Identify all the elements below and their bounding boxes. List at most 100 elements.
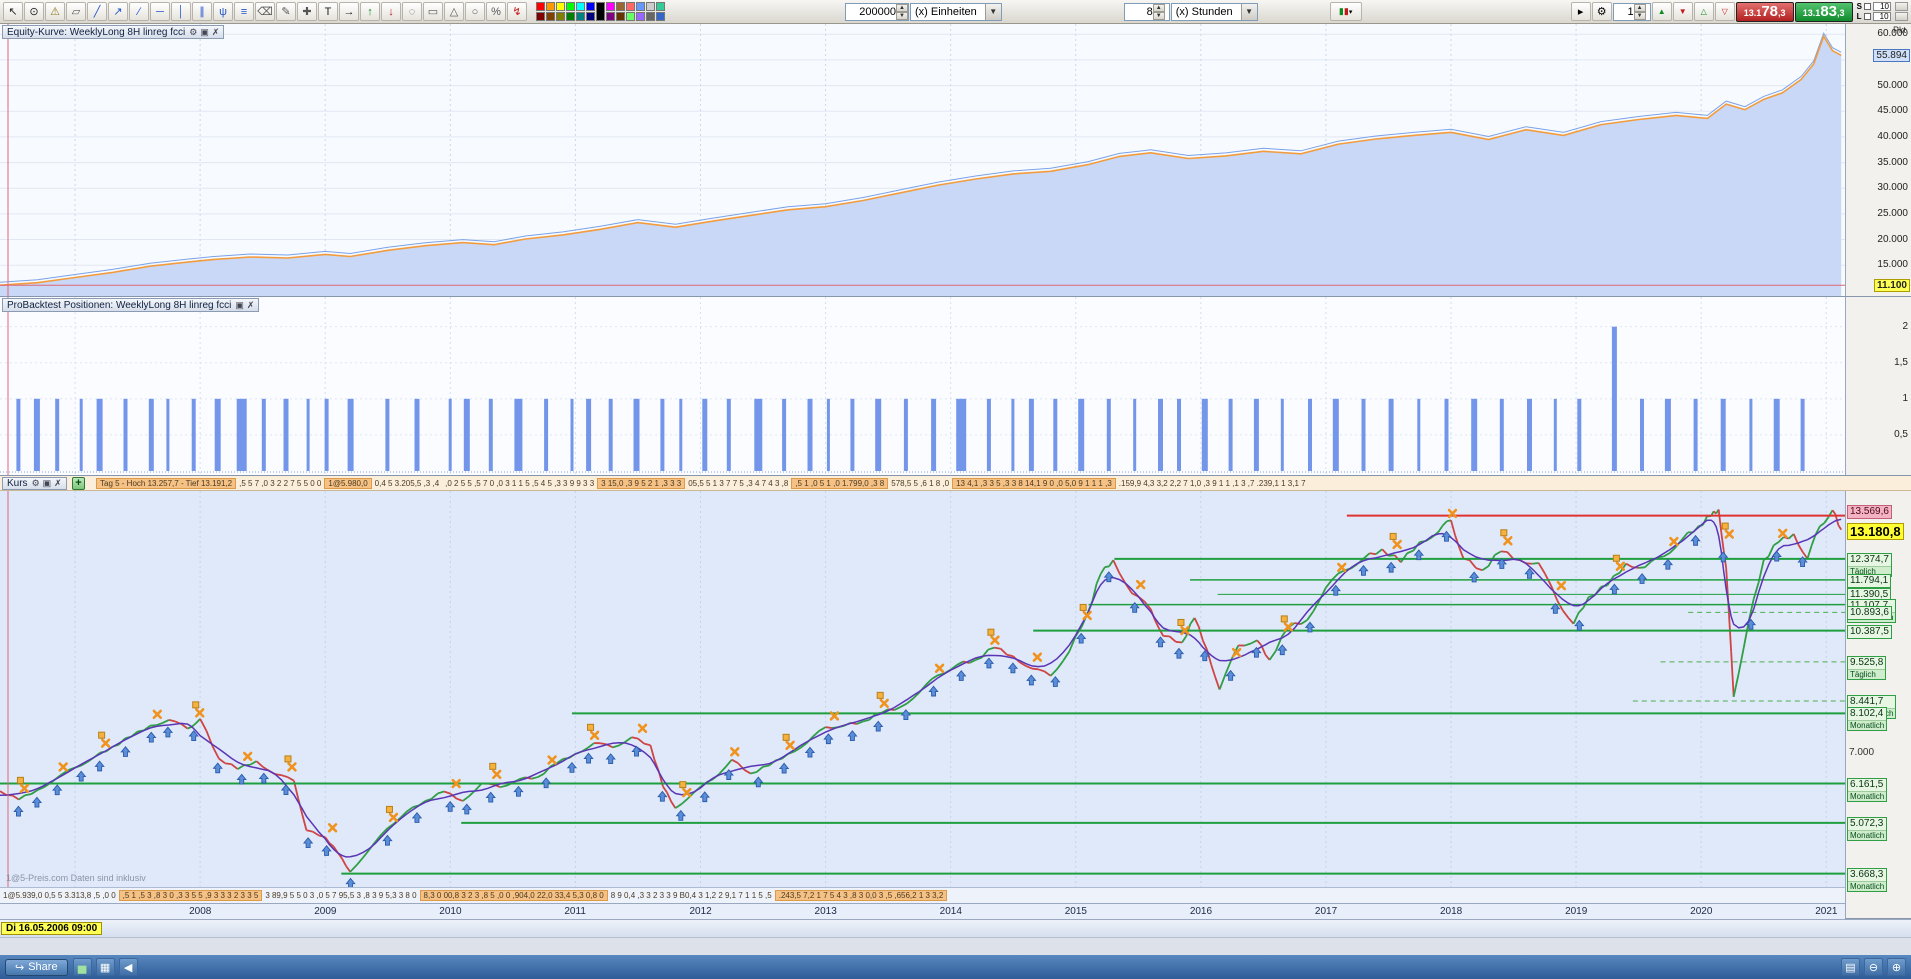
timeframe-unit-select[interactable]: (x) Stunden ▼: [1170, 2, 1258, 21]
quantity-input[interactable]: [846, 5, 896, 18]
wrench-icon[interactable]: ⚙: [189, 27, 197, 38]
fibonacci-tool[interactable]: ≡: [234, 2, 254, 21]
color-swatch[interactable]: [606, 12, 615, 21]
kurs-price-axis[interactable]: 13.569,6 13.180,8 12.374,7 Täglich 11.794,1 1…: [1845, 491, 1911, 918]
positions-axis[interactable]: 2 1,5 1 0,5: [1845, 297, 1911, 475]
quantity-spinner[interactable]: ▲ ▼: [896, 3, 908, 20]
play-button[interactable]: ▸: [1570, 2, 1591, 21]
color-swatch[interactable]: [646, 2, 655, 11]
color-swatch[interactable]: [616, 2, 625, 11]
trendline-tool[interactable]: ╱: [87, 2, 107, 21]
stop-value-input[interactable]: [1873, 2, 1891, 11]
segment-tool[interactable]: ∕: [129, 2, 149, 21]
scroll-left-icon[interactable]: ◀: [118, 958, 138, 976]
arrow-up-tool[interactable]: ↑: [360, 2, 380, 21]
positions-panel-tab[interactable]: ProBacktest Positionen: WeeklyLong 8H li…: [2, 298, 260, 312]
color-swatch[interactable]: [546, 2, 555, 11]
vertical-line-tool[interactable]: │: [171, 2, 191, 21]
close-icon[interactable]: ✗: [247, 300, 255, 311]
color-swatch[interactable]: [646, 12, 655, 21]
grid-icon[interactable]: ▦: [95, 958, 115, 976]
triangle-tool[interactable]: △: [444, 2, 464, 21]
sell-button[interactable]: 13.1 78,3: [1735, 1, 1794, 22]
color-swatch[interactable]: [566, 12, 575, 21]
color-swatch[interactable]: [626, 12, 635, 21]
pointer-tool[interactable]: ↖: [3, 2, 23, 21]
sell-market-button[interactable]: ▼: [1672, 2, 1693, 21]
color-swatch[interactable]: [596, 2, 605, 21]
text-tool[interactable]: T: [318, 2, 338, 21]
color-swatch[interactable]: [656, 12, 665, 21]
add-indicator-button[interactable]: +: [72, 477, 85, 490]
color-swatch[interactable]: [576, 12, 585, 21]
trash-tool[interactable]: ⌫: [255, 2, 275, 21]
window-icon[interactable]: ▣: [200, 27, 209, 38]
time-axis[interactable]: 2008 2009 2010 2011 2012 2013 2014 2015 2016 2017…: [0, 903, 1845, 919]
parallel-channel-tool[interactable]: ∥: [192, 2, 212, 21]
buy-order-button[interactable]: △: [1693, 2, 1714, 21]
order-settings-button[interactable]: ⚙: [1591, 2, 1612, 21]
color-swatch[interactable]: [606, 2, 615, 11]
color-swatch[interactable]: [536, 12, 545, 21]
limit-value-input[interactable]: [1872, 12, 1891, 21]
close-icon[interactable]: ✗: [54, 478, 62, 489]
order-quantity-input[interactable]: [1613, 5, 1634, 18]
color-swatch[interactable]: [656, 2, 665, 11]
zoom-in-icon[interactable]: ⊕: [1887, 958, 1906, 976]
kurs-chart[interactable]: 1@5-Preis.com Daten sind inklusiv: [0, 491, 1845, 887]
timeframe-input[interactable]: [1124, 5, 1153, 18]
buy-arrow-marker: [1050, 676, 1061, 687]
crosshair-tool[interactable]: ✚: [297, 2, 317, 21]
timeframe-spinner[interactable]: ▲ ▼: [1152, 3, 1165, 20]
stop-checkbox[interactable]: [1864, 3, 1871, 10]
color-swatch[interactable]: [536, 2, 545, 11]
alarm-tool[interactable]: ⚠: [45, 2, 65, 21]
quantity-unit-select[interactable]: (x) Einheiten ▼: [910, 2, 1002, 21]
close-icon[interactable]: ✗: [212, 27, 220, 38]
panel-icon[interactable]: ▤: [1841, 958, 1860, 976]
zigzag-tool[interactable]: ↯: [507, 2, 527, 21]
arrow-down-tool[interactable]: ↓: [381, 2, 401, 21]
color-swatch[interactable]: [626, 2, 635, 11]
positions-chart[interactable]: [0, 297, 1845, 475]
color-swatch[interactable]: [586, 2, 595, 11]
equity-chart[interactable]: [0, 24, 1845, 296]
percent-tool[interactable]: %: [486, 2, 506, 21]
rectangle-tool[interactable]: ▭: [423, 2, 443, 21]
eraser-tool[interactable]: ▱: [66, 2, 86, 21]
buy-market-button[interactable]: ▲: [1651, 2, 1672, 21]
color-swatch[interactable]: [556, 12, 565, 21]
arrow-right-tool[interactable]: →: [339, 2, 359, 21]
limit-checkbox[interactable]: [1863, 13, 1871, 20]
color-swatch[interactable]: [586, 12, 595, 21]
color-swatch[interactable]: [546, 12, 555, 21]
equity-price-axis[interactable]: Pkt 60.000 55.894 50.000 45.000 40.000 35.000…: [1845, 24, 1911, 296]
share-button[interactable]: ↪ Share: [5, 958, 68, 976]
color-swatch[interactable]: [566, 2, 575, 11]
color-swatch[interactable]: [576, 2, 585, 11]
equity-panel-tab[interactable]: Equity-Kurve: WeeklyLong 8H linreg fcci …: [2, 25, 225, 39]
window-icon[interactable]: ▣: [43, 478, 52, 489]
lasso-tool[interactable]: ◌: [402, 2, 422, 21]
paint-tool[interactable]: ✎: [276, 2, 296, 21]
horizontal-line-tool[interactable]: ─: [150, 2, 170, 21]
toolbar-mini-button-2[interactable]: [1895, 12, 1908, 21]
wrench-icon[interactable]: ⚙: [32, 478, 40, 489]
window-icon[interactable]: ▣: [235, 300, 244, 311]
color-swatch[interactable]: [616, 12, 625, 21]
buy-button[interactable]: 13.1 83,3: [1794, 1, 1853, 22]
toolbar-mini-button-1[interactable]: [1895, 2, 1908, 11]
color-swatch[interactable]: [556, 2, 565, 11]
order-quantity-spinner[interactable]: ▲ ▼: [1633, 3, 1646, 20]
zoom-out-icon[interactable]: ⊖: [1864, 958, 1883, 976]
semiline-tool[interactable]: ↗: [108, 2, 128, 21]
ellipse-tool[interactable]: ○: [465, 2, 485, 21]
chart-mini-icon[interactable]: ▅: [72, 958, 92, 976]
chart-style-button[interactable]: ▮ ▮ ▾: [1329, 2, 1362, 21]
pitchfork-tool[interactable]: ψ: [213, 2, 233, 21]
color-swatch[interactable]: [636, 2, 645, 11]
color-swatch[interactable]: [636, 12, 645, 21]
sell-order-button[interactable]: ▽: [1714, 2, 1735, 21]
kurs-panel-tab[interactable]: Kurs ⚙ ▣ ✗: [2, 477, 67, 490]
zoom-tool[interactable]: ⊙: [24, 2, 44, 21]
